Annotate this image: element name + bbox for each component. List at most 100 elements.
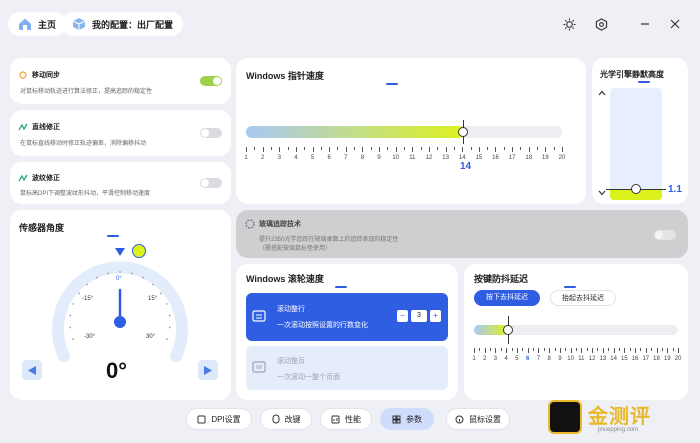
- angle-value: 0°: [106, 358, 128, 383]
- scroll-mode-line[interactable]: 滚动整行 一次滚动按照设置的行数变化 − 3 +: [246, 293, 448, 341]
- tick: [495, 147, 497, 152]
- scroll-mode-page[interactable]: 滚动整页 一次滚动一整个页面: [246, 346, 448, 390]
- nav-label: 改键: [284, 414, 301, 424]
- sensor-angle-card: 传感器角度 0° -15° 15° -30° 30° 0°: [10, 210, 231, 400]
- tick: [500, 348, 502, 351]
- motion-sync-toggle[interactable]: [200, 76, 222, 86]
- dial-dot: [166, 338, 168, 341]
- pointer-speed-handle[interactable]: [458, 127, 468, 137]
- dial-dot: [72, 338, 74, 341]
- tab-press-debounce[interactable]: 按下去抖延迟: [474, 290, 540, 306]
- scroll-minus-button[interactable]: −: [397, 310, 408, 322]
- scroll-plus-button[interactable]: +: [430, 310, 441, 322]
- tick: [549, 348, 551, 353]
- angle-decrease-button[interactable]: [22, 360, 42, 380]
- tick-label: 11: [578, 356, 585, 362]
- nav-dpi[interactable]: DPI设置: [186, 408, 252, 430]
- config-selector[interactable]: 我的配置：出厂配置: [62, 12, 184, 36]
- settings-hex-icon[interactable]: [592, 15, 610, 33]
- tick: [533, 348, 535, 351]
- dial-dot: [168, 326, 171, 329]
- tick: [437, 147, 439, 150]
- tick: [354, 147, 356, 150]
- tick: [608, 348, 610, 351]
- watermark-url: jincepping.com: [598, 427, 639, 433]
- nav-mouse[interactable]: 改键: [260, 408, 312, 430]
- tick-label: 11: [409, 155, 416, 161]
- home-button[interactable]: 主页: [8, 12, 67, 36]
- angle-label-p30: 30°: [146, 334, 156, 340]
- close-icon[interactable]: [666, 15, 684, 33]
- tick: [503, 147, 505, 150]
- chevron-down-icon[interactable]: [598, 190, 606, 196]
- nav-chart[interactable]: 性能: [320, 408, 372, 430]
- tick: [387, 147, 389, 150]
- pointer-speed-card: Windows 指针速度 1 2 3 4 5 6 7 8 9 10 11 12 13 14 15 16 17 18…: [236, 58, 586, 204]
- dial-dot: [86, 283, 88, 286]
- tick: [254, 147, 256, 150]
- scroll-mode-page-desc: 一次滚动一整个页面: [277, 374, 340, 381]
- angle-handle[interactable]: [132, 244, 146, 258]
- tick: [581, 348, 583, 353]
- tick: [592, 348, 594, 353]
- tab-release-debounce[interactable]: 抬起去抖延迟: [550, 290, 616, 306]
- scroll-mode-line-title: 滚动整行: [277, 306, 305, 313]
- tick-label: 12: [588, 356, 596, 362]
- sun-icon[interactable]: [560, 15, 578, 33]
- angle-dial[interactable]: [50, 238, 190, 370]
- tick: [262, 147, 264, 152]
- scroll-value[interactable]: 3: [411, 310, 427, 322]
- tick: [624, 348, 626, 353]
- feature-desc: 在鼠标直线移动时修正轨迹偏差，消除偏移抖动: [20, 141, 147, 147]
- tick: [270, 147, 272, 150]
- pointer-speed-ticks: 1 2 3 4 5 6 7 8 9 10 11 12 13 14 15 16 17 18 19 20: [244, 147, 565, 161]
- angle-increase-button[interactable]: [198, 360, 218, 380]
- tick: [629, 348, 631, 351]
- triangle-right-icon: [204, 365, 212, 375]
- debounce-handle[interactable]: [503, 325, 513, 335]
- tick: [516, 348, 518, 353]
- tick: [370, 147, 372, 150]
- tick-label: 18: [525, 155, 533, 161]
- angle-label-p15: 15°: [148, 296, 158, 302]
- tick-label: 9: [558, 356, 562, 362]
- tick-label: 4: [504, 356, 508, 362]
- scroll-speed-title: Windows 滚轮速度: [246, 272, 468, 288]
- feature-title: 直线修正: [32, 124, 60, 131]
- nav-info[interactable]: 鼠标设置: [446, 408, 510, 430]
- tick-label: 5: [515, 356, 519, 362]
- lift-off-handle[interactable]: [631, 184, 641, 194]
- home-icon: [19, 18, 31, 30]
- chevron-up-icon[interactable]: [598, 90, 606, 96]
- tick: [470, 147, 472, 150]
- tick-label: 4: [294, 155, 298, 161]
- nav-grid[interactable]: 参数: [380, 408, 434, 430]
- tick: [479, 348, 481, 351]
- glass-tracking-toggle[interactable]: [654, 230, 676, 240]
- tick: [490, 348, 492, 351]
- sensor-angle-title: 传感器角度: [19, 221, 240, 237]
- tick-label: 15: [475, 155, 483, 161]
- ripple-control-toggle[interactable]: [200, 178, 222, 188]
- config-label: 我的配置：出厂配置: [92, 19, 174, 30]
- tick-label: 9: [377, 155, 381, 161]
- debounce-ticks: 1 2 3 4 5 6 7 8 9 10 11 12 13 14 15 16 17 18 19 20: [472, 348, 681, 362]
- angle-snapping-toggle[interactable]: [200, 128, 222, 138]
- tick-label: 6: [526, 356, 530, 362]
- tick: [312, 147, 314, 152]
- tick-label: 20: [674, 356, 682, 362]
- tick-label: 17: [642, 356, 650, 362]
- tick: [613, 348, 615, 353]
- tick: [586, 348, 588, 351]
- tick-label: 1: [244, 155, 248, 161]
- feature-desc: 鼠标高DPI下调整波纹形抖动，平滑控制移动速度: [20, 191, 151, 197]
- tick: [645, 348, 647, 353]
- pointer-speed-title: Windows 指针速度: [246, 69, 596, 85]
- dial-dot: [107, 272, 110, 275]
- tick: [304, 147, 306, 150]
- tick: [602, 348, 604, 353]
- tick: [640, 348, 642, 351]
- minimize-icon[interactable]: [636, 15, 654, 33]
- tick-label: 5: [310, 155, 315, 161]
- tick: [329, 147, 331, 152]
